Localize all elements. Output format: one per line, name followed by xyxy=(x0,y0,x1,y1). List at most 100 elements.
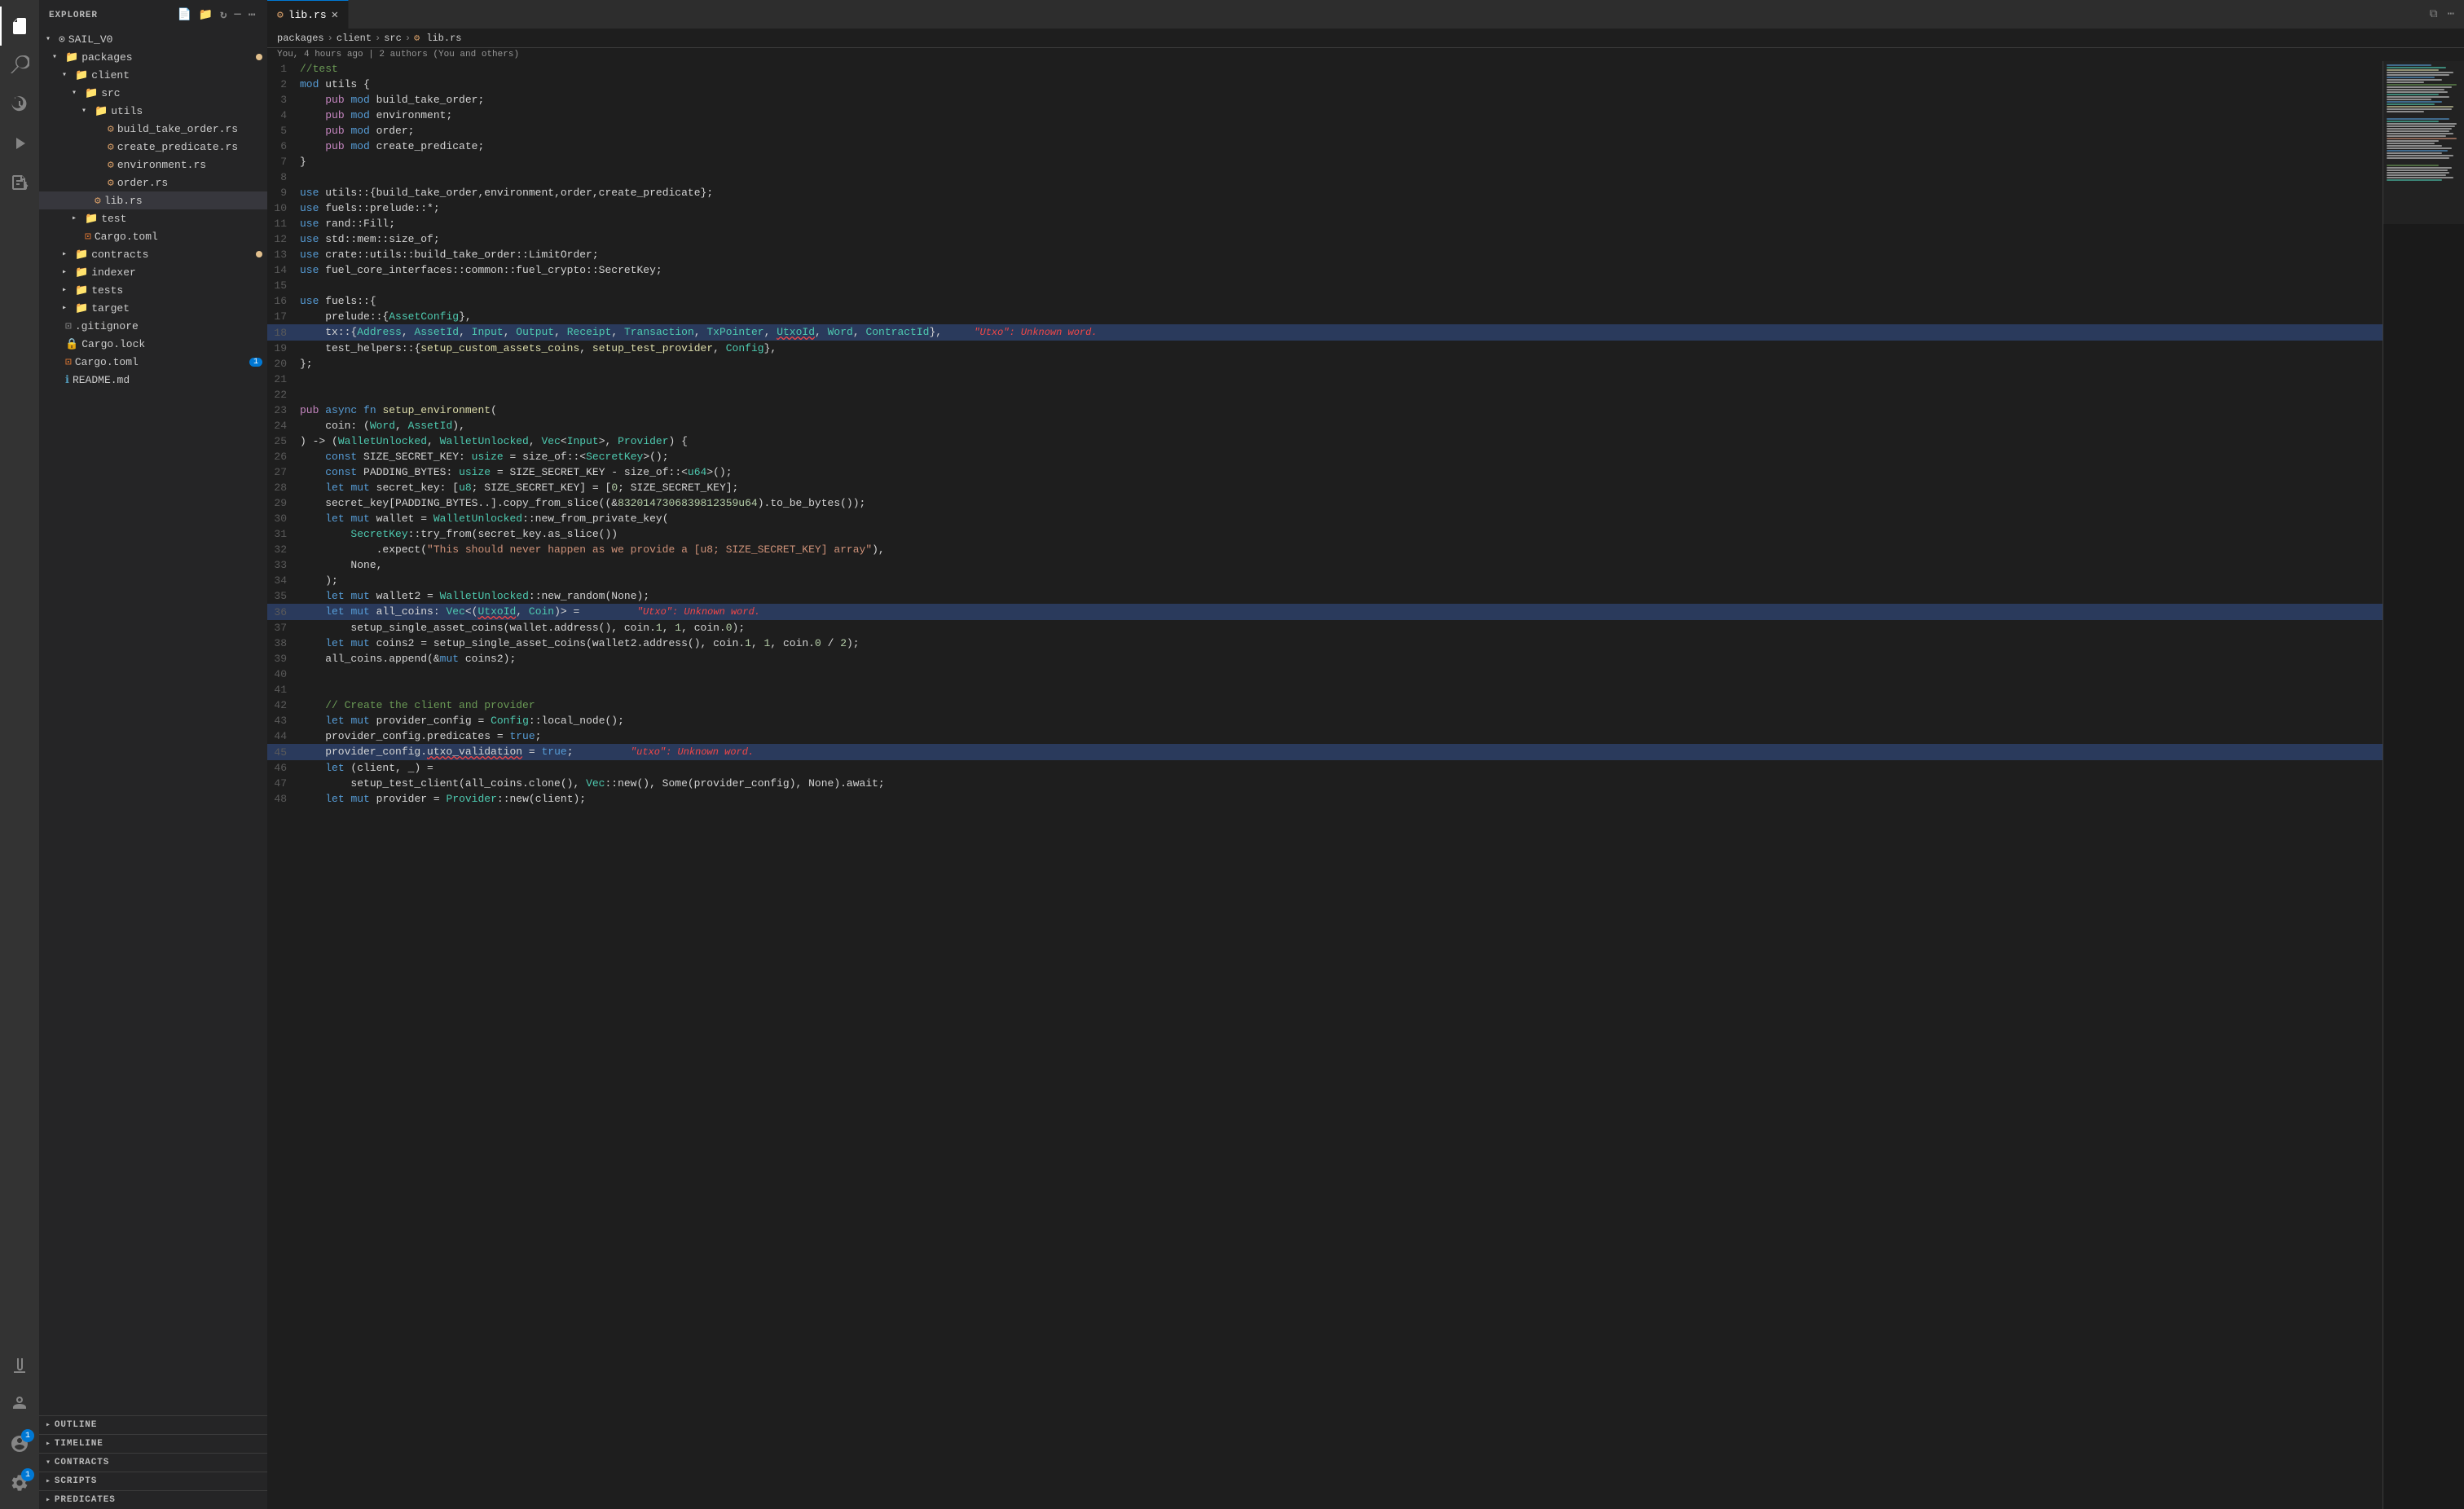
breadcrumb-src[interactable]: src xyxy=(384,33,402,44)
line-content-38: let mut coins2 = setup_single_asset_coin… xyxy=(300,636,2383,651)
md-file-icon: ℹ xyxy=(65,374,69,386)
breadcrumb-file[interactable]: lib.rs xyxy=(426,33,461,44)
line-num-35: 35 xyxy=(267,588,300,604)
scripts-arrow: ▸ xyxy=(46,1476,51,1486)
tree-test[interactable]: ▸ 📁 test xyxy=(39,209,267,227)
tree-build-take-order[interactable]: ▸ ⚙ build_take_order.rs xyxy=(39,120,267,138)
breadcrumb-sep2: › xyxy=(375,33,381,44)
indexer-folder-icon: 📁 xyxy=(75,266,88,279)
source-control-activity-icon[interactable] xyxy=(0,85,39,124)
timeline-label: TIMELINE xyxy=(55,1439,103,1449)
tree-create-predicate[interactable]: ▸ ⚙ create_predicate.rs xyxy=(39,138,267,156)
breadcrumb-packages[interactable]: packages xyxy=(277,33,324,44)
root-icon: ⊙ xyxy=(59,33,65,46)
line-num-19: 19 xyxy=(267,341,300,356)
tree-cargo-toml-root[interactable]: ▸ ⊡ Cargo.toml 1 xyxy=(39,353,267,371)
tree-utils[interactable]: ▾ 📁 utils xyxy=(39,102,267,120)
tree-root[interactable]: ▾ ⊙ SAIL_V0 xyxy=(39,30,267,48)
collapse-icon[interactable]: — xyxy=(232,7,243,24)
extensions-activity-icon[interactable] xyxy=(0,163,39,202)
line-content-25: ) -> (WalletUnlocked, WalletUnlocked, Ve… xyxy=(300,433,2383,449)
contracts-folder-icon: 📁 xyxy=(75,249,88,261)
tree-contracts[interactable]: ▸ 📁 contracts xyxy=(39,245,267,263)
code-line-46: 46 let (client, _) = xyxy=(267,760,2383,776)
tree-cargo-toml-client[interactable]: ▸ ⊡ Cargo.toml xyxy=(39,227,267,245)
code-line-27: 27 const PADDING_BYTES: usize = SIZE_SEC… xyxy=(267,464,2383,480)
run-activity-icon[interactable] xyxy=(0,124,39,163)
code-line-4: 4 pub mod environment; xyxy=(267,108,2383,123)
tree-indexer[interactable]: ▸ 📁 indexer xyxy=(39,263,267,281)
code-line-25: 25 ) -> (WalletUnlocked, WalletUnlocked,… xyxy=(267,433,2383,449)
editor-container: 1 //test 2 mod utils { 3 pub mod build_t… xyxy=(267,61,2464,1509)
line-content-43: let mut provider_config = Config::local_… xyxy=(300,713,2383,728)
test-activity-icon[interactable] xyxy=(0,1346,39,1385)
scripts-header[interactable]: ▸ SCRIPTS xyxy=(39,1472,267,1490)
new-file-icon[interactable]: 📄 xyxy=(175,7,193,24)
line-content-15 xyxy=(300,278,2383,293)
code-line-34: 34 ); xyxy=(267,573,2383,588)
breadcrumb-client[interactable]: client xyxy=(337,33,372,44)
minimap xyxy=(2383,61,2464,1509)
code-line-37: 37 setup_single_asset_coins(wallet.addre… xyxy=(267,620,2383,636)
anchor-activity-icon[interactable] xyxy=(0,1385,39,1424)
code-line-23: 23 pub async fn setup_environment( xyxy=(267,403,2383,418)
line-content-10: use fuels::prelude::*; xyxy=(300,200,2383,216)
line-num-21: 21 xyxy=(267,372,300,387)
tree-src[interactable]: ▾ 📁 src xyxy=(39,84,267,102)
line-content-1: //test xyxy=(300,61,2383,77)
tree-cargo-lock[interactable]: ▸ 🔒 Cargo.lock xyxy=(39,335,267,353)
account-activity-icon[interactable]: 1 xyxy=(0,1424,39,1463)
tree-gitignore[interactable]: ▸ ⊡ .gitignore xyxy=(39,317,267,335)
tree-tests[interactable]: ▸ 📁 tests xyxy=(39,281,267,299)
breadcrumb-rust-icon: ⚙ xyxy=(414,32,420,44)
environment-label: environment.rs xyxy=(117,159,267,171)
tab-lib-rs[interactable]: ⚙ lib.rs ✕ xyxy=(267,0,349,29)
tabs-more-icon[interactable]: ⋯ xyxy=(2444,4,2457,24)
predicates-header[interactable]: ▸ PREDICATES xyxy=(39,1491,267,1509)
contracts-section-header[interactable]: ▾ CONTRACTS xyxy=(39,1454,267,1472)
sidebar: EXPLORER 📄 📁 ↻ — ⋯ ▾ ⊙ SAIL_V0 ▾ 📁 packa… xyxy=(39,0,267,1509)
code-line-1: 1 //test xyxy=(267,61,2383,77)
src-label: src xyxy=(101,87,267,99)
code-line-18: 18 tx::{Address, AssetId, Input, Output,… xyxy=(267,324,2383,341)
line-num-20: 20 xyxy=(267,356,300,372)
scripts-label: SCRIPTS xyxy=(55,1476,97,1486)
line-num-48: 48 xyxy=(267,791,300,807)
line-content-5: pub mod order; xyxy=(300,123,2383,139)
line-num-6: 6 xyxy=(267,139,300,154)
tab-close-icon[interactable]: ✕ xyxy=(332,8,338,22)
line-content-27: const PADDING_BYTES: usize = SIZE_SECRET… xyxy=(300,464,2383,480)
test-arrow: ▸ xyxy=(72,213,85,223)
tree-order[interactable]: ▸ ⚙ order.rs xyxy=(39,174,267,191)
more-icon[interactable]: ⋯ xyxy=(247,7,257,24)
tree-client[interactable]: ▾ 📁 client xyxy=(39,66,267,84)
rust-file-icon: ⚙ xyxy=(108,123,114,135)
settings-activity-icon[interactable]: 1 xyxy=(0,1463,39,1502)
timeline-header[interactable]: ▸ TIMELINE xyxy=(39,1435,267,1453)
line-num-1: 1 xyxy=(267,61,300,77)
search-activity-icon[interactable] xyxy=(0,46,39,85)
new-folder-icon[interactable]: 📁 xyxy=(197,7,215,24)
main-editor-area: ⚙ lib.rs ✕ ⧉ ⋯ packages › client › src ›… xyxy=(267,0,2464,1509)
split-editor-icon[interactable]: ⧉ xyxy=(2427,5,2441,24)
timeline-arrow: ▸ xyxy=(46,1439,51,1449)
line-num-33: 33 xyxy=(267,557,300,573)
tree-target[interactable]: ▸ 📁 target xyxy=(39,299,267,317)
cargo-toml-client-label: Cargo.toml xyxy=(95,231,267,243)
tree-readme[interactable]: ▸ ℹ README.md xyxy=(39,371,267,389)
refresh-icon[interactable]: ↻ xyxy=(218,7,229,24)
outline-header[interactable]: ▸ OUTLINE xyxy=(39,1416,267,1434)
packages-folder-icon: 📁 xyxy=(65,51,78,64)
line-content-23: pub async fn setup_environment( xyxy=(300,403,2383,418)
cargo-toml-root-label: Cargo.toml xyxy=(75,356,249,368)
tree-lib-rs[interactable]: ▸ ⚙ lib.rs xyxy=(39,191,267,209)
tree-environment[interactable]: ▸ ⚙ environment.rs xyxy=(39,156,267,174)
explorer-icon[interactable] xyxy=(0,7,39,46)
code-editor[interactable]: 1 //test 2 mod utils { 3 pub mod build_t… xyxy=(267,61,2383,1509)
code-line-42: 42 // Create the client and provider xyxy=(267,697,2383,713)
line-num-28: 28 xyxy=(267,480,300,495)
line-num-38: 38 xyxy=(267,636,300,651)
test-folder-icon: 📁 xyxy=(85,213,98,225)
line-content-16: use fuels::{ xyxy=(300,293,2383,309)
tree-packages[interactable]: ▾ 📁 packages xyxy=(39,48,267,66)
